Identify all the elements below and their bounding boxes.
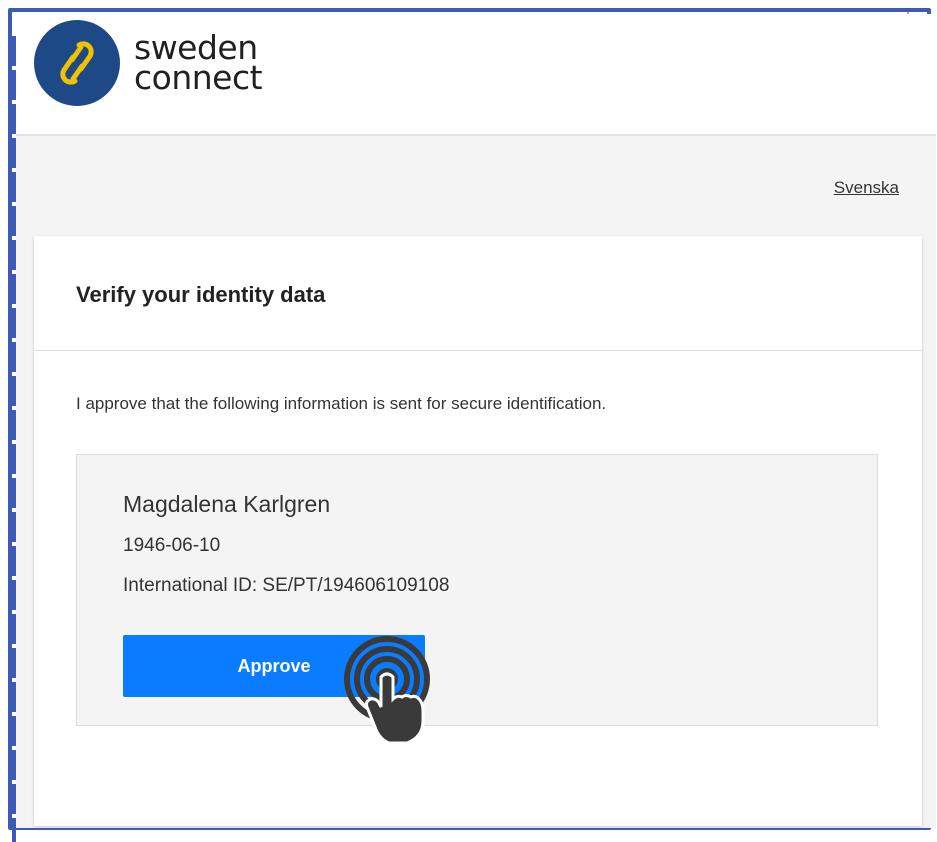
card-title: Verify your identity data bbox=[76, 282, 326, 307]
identity-info-box: Magdalena Karlgren 1946-06-10 Internatio… bbox=[76, 454, 878, 743]
language-switch-link[interactable]: Svenska bbox=[834, 178, 899, 198]
site-header: sweden connect bbox=[16, 14, 936, 136]
consent-text: I approve that the following information… bbox=[76, 394, 607, 413]
person-name: Magdalena Karlgren bbox=[123, 491, 331, 517]
approve-button[interactable]: Approve bbox=[123, 635, 425, 697]
chain-link-icon bbox=[34, 20, 120, 106]
verify-card: Verify your identity data I approve that… bbox=[34, 236, 922, 826]
sweden-connect-logo[interactable]: sweden connect bbox=[34, 20, 263, 106]
international-id: International ID: SE/PT/194606109108 bbox=[123, 575, 450, 596]
birth-date: 1946-06-10 bbox=[123, 535, 221, 556]
logo-line-2: connect bbox=[134, 58, 263, 97]
logo-wordmark: sweden connect bbox=[134, 31, 263, 97]
card-header: Verify your identity data bbox=[34, 236, 922, 351]
app-window: sweden connect Svenska Verify your ident… bbox=[16, 14, 936, 828]
